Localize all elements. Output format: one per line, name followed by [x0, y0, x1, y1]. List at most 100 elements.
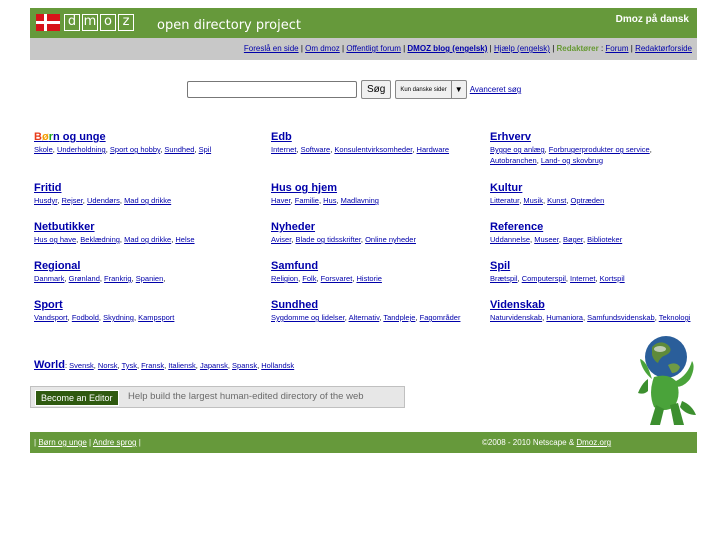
category-title-link[interactable]: Reference: [490, 220, 697, 234]
subcategory-link[interactable]: Helse: [175, 235, 194, 244]
subcategory-link[interactable]: Hus og have: [34, 235, 76, 244]
subcategory-link[interactable]: Internet: [570, 274, 595, 283]
category-title-link[interactable]: Regional: [34, 259, 249, 273]
subcategory-link[interactable]: Uddannelse: [490, 235, 530, 244]
subcategory-link[interactable]: Beklædning: [80, 235, 120, 244]
subcategory-link[interactable]: Historie: [356, 274, 381, 283]
subcategory-link[interactable]: Spil: [199, 145, 212, 154]
subcategory-link[interactable]: Konsulentvirksomheder: [334, 145, 412, 154]
toplink-about[interactable]: Om dmoz: [305, 44, 340, 53]
subcategory-link[interactable]: Litteratur: [490, 196, 519, 205]
subcategory-link[interactable]: Spanien: [136, 274, 164, 283]
subcategory-link[interactable]: Blade og tidsskrifter: [295, 235, 360, 244]
subcategory-link[interactable]: Optræden: [570, 196, 604, 205]
search-button[interactable]: Søg: [361, 80, 392, 99]
category-title-link[interactable]: Sport: [34, 298, 249, 312]
subcategory-link[interactable]: Skydning: [103, 313, 134, 322]
subcategory-link[interactable]: Samfundsvidenskab: [587, 313, 655, 322]
toplink-editor-forum[interactable]: Forum: [605, 44, 628, 53]
world-language-link[interactable]: Hollandsk: [261, 361, 294, 370]
subcategory-link[interactable]: Kampsport: [138, 313, 174, 322]
category-title-link[interactable]: Samfund: [271, 259, 471, 273]
subcategory-link[interactable]: Sport og hobby: [110, 145, 160, 154]
subcategory-link[interactable]: Tandpleje: [383, 313, 415, 322]
world-language-link[interactable]: Japansk: [200, 361, 228, 370]
category-title-link[interactable]: Spil: [490, 259, 697, 273]
subcategory-link[interactable]: Haver: [271, 196, 291, 205]
subcategory-link[interactable]: Underholdning: [57, 145, 106, 154]
become-editor-button[interactable]: Become an Editor: [35, 390, 119, 406]
category-title-link[interactable]: Sundhed: [271, 298, 471, 312]
world-language-link[interactable]: Italiensk: [168, 361, 196, 370]
subcategory-link[interactable]: Bøger: [563, 235, 583, 244]
toplink-help[interactable]: Hjælp (engelsk): [494, 44, 550, 53]
subcategory-link[interactable]: Hus: [323, 196, 336, 205]
subcategory-link[interactable]: Bygge og anlæg: [490, 145, 545, 154]
subcategory-link[interactable]: Land- og skovbrug: [541, 156, 603, 165]
dmoz-logo[interactable]: d m o z: [36, 14, 136, 31]
subcategory-link[interactable]: Folk: [302, 274, 316, 283]
subcategory-link[interactable]: Alternativ: [349, 313, 380, 322]
subcategory-link[interactable]: Musik: [523, 196, 543, 205]
subcategory-link[interactable]: Forsvaret: [321, 274, 353, 283]
footer-link-kids[interactable]: Børn og unge: [38, 438, 86, 447]
subcategory-link[interactable]: Software: [301, 145, 331, 154]
footer-link-other-languages[interactable]: Andre sprog: [93, 438, 137, 447]
subcategory-link[interactable]: Biblioteker: [587, 235, 622, 244]
subcategory-link[interactable]: Internet: [271, 145, 296, 154]
subcategory-link[interactable]: Familie: [295, 196, 319, 205]
subcategory-link[interactable]: Mad og drikke: [124, 235, 171, 244]
subcategory-link[interactable]: Vandsport: [34, 313, 68, 322]
toplink-blog[interactable]: DMOZ blog (engelsk): [407, 44, 487, 53]
dmoz-org-link[interactable]: Dmoz.org: [576, 438, 611, 447]
search-scope-select[interactable]: Kun danske sider ▼: [395, 80, 467, 99]
subcategory-link[interactable]: Danmark: [34, 274, 64, 283]
subcategory-link[interactable]: Online nyheder: [365, 235, 416, 244]
category-title-link[interactable]: Hus og hjem: [271, 181, 471, 195]
subcategory-link[interactable]: Kunst: [547, 196, 566, 205]
subcategory-link[interactable]: Hardware: [417, 145, 450, 154]
subcategory-link[interactable]: Udendørs: [87, 196, 120, 205]
subcategory-link[interactable]: Humaniora: [546, 313, 583, 322]
category-title-link[interactable]: Edb: [271, 130, 471, 144]
world-language-link[interactable]: Svensk: [69, 361, 94, 370]
category-title-link[interactable]: Videnskab: [490, 298, 697, 312]
category-title-link[interactable]: Børn og unge: [34, 130, 249, 144]
world-language-link[interactable]: Tysk: [122, 361, 137, 370]
subcategory-link[interactable]: Husdyr: [34, 196, 57, 205]
category-title-link[interactable]: Erhverv: [490, 130, 697, 144]
world-language-link[interactable]: Norsk: [98, 361, 118, 370]
subcategory-link[interactable]: Computerspil: [522, 274, 566, 283]
toplink-editor-home[interactable]: Redaktørforside: [635, 44, 692, 53]
category-title-link[interactable]: Kultur: [490, 181, 697, 195]
world-language-link[interactable]: Fransk: [141, 361, 164, 370]
subcategory-link[interactable]: Teknologi: [659, 313, 691, 322]
category-title-link[interactable]: Netbutikker: [34, 220, 249, 234]
subcategory-link[interactable]: Autobranchen: [490, 156, 537, 165]
subcategory-link[interactable]: Naturvidenskab: [490, 313, 542, 322]
subcategory-link[interactable]: Madlavning: [341, 196, 379, 205]
search-input[interactable]: [187, 81, 357, 98]
subcategory-link[interactable]: Mad og drikke: [124, 196, 171, 205]
subcategory-link[interactable]: Skole: [34, 145, 53, 154]
subcategory-link[interactable]: Brætspil: [490, 274, 518, 283]
world-link[interactable]: World: [34, 359, 65, 371]
category-title-link[interactable]: Nyheder: [271, 220, 471, 234]
subcategory-link[interactable]: Frankrig: [104, 274, 132, 283]
subcategory-link[interactable]: Grønland: [69, 274, 100, 283]
subcategory-link[interactable]: Museer: [534, 235, 559, 244]
toplink-suggest-site[interactable]: Foreslå en side: [244, 44, 299, 53]
subcategory-link[interactable]: Forbrugerprodukter og service: [549, 145, 650, 154]
subcategory-link[interactable]: Sundhed: [164, 145, 194, 154]
subcategory-link[interactable]: Religion: [271, 274, 298, 283]
world-language-link[interactable]: Spansk: [232, 361, 257, 370]
subcategory-link[interactable]: Fodbold: [72, 313, 99, 322]
advanced-search-link[interactable]: Avanceret søg: [470, 85, 521, 94]
subcategory-link[interactable]: Aviser: [271, 235, 291, 244]
toplink-public-forum[interactable]: Offentligt forum: [346, 44, 401, 53]
subcategory-link[interactable]: Kortspil: [600, 274, 625, 283]
subcategory-link[interactable]: Fagområder: [420, 313, 461, 322]
subcategory-link[interactable]: Rejser: [62, 196, 83, 205]
category-title-link[interactable]: Fritid: [34, 181, 249, 195]
subcategory-link[interactable]: Sygdomme og lidelser: [271, 313, 345, 322]
